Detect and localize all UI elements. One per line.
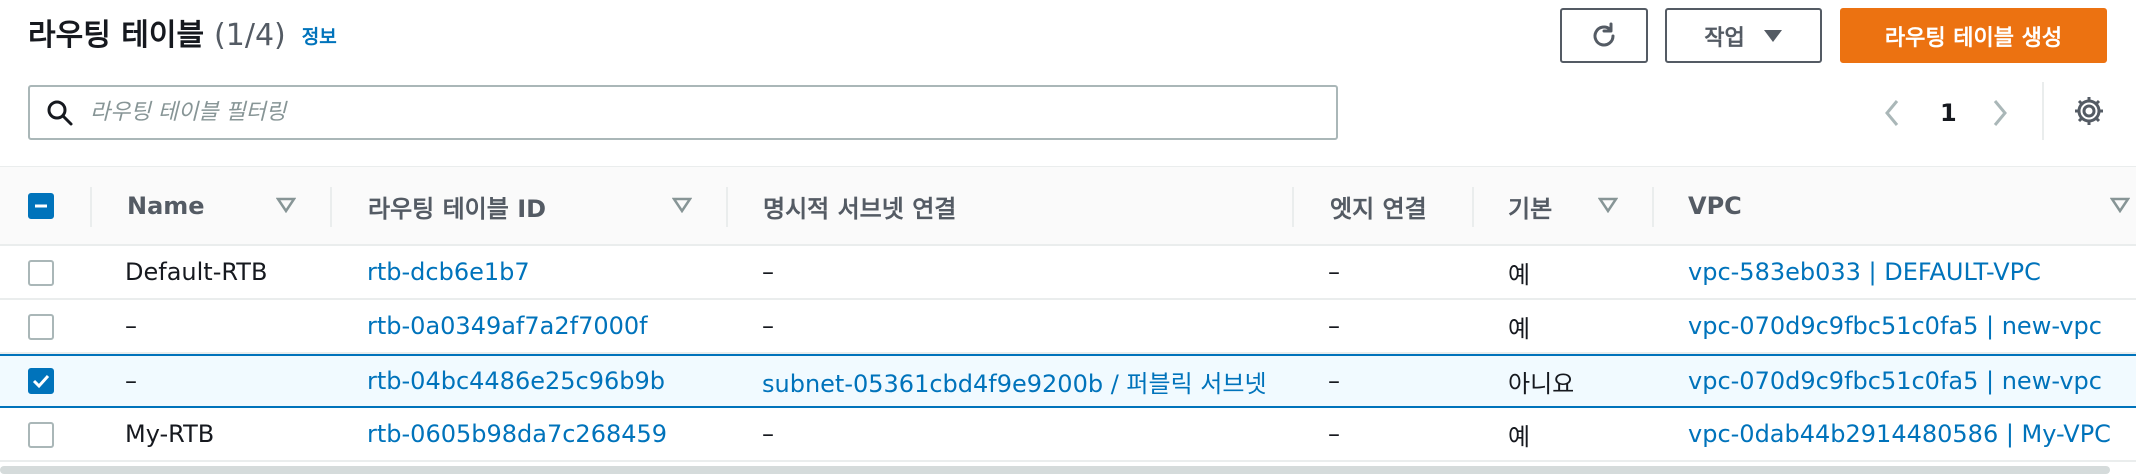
- sort-icon[interactable]: [1598, 197, 1618, 213]
- page-title: 라우팅 테이블 (1/4) 정보: [28, 14, 337, 59]
- cell-main: 예: [1508, 314, 1531, 343]
- cell-route-table-id[interactable]: rtb-0a0349af7a2f7000f: [367, 300, 648, 352]
- next-page-button[interactable]: [1990, 88, 2010, 138]
- current-page-number[interactable]: 1: [1940, 88, 1957, 138]
- cell-name: –: [125, 367, 137, 395]
- cell-vpc[interactable]: vpc-0dab44b2914480586 | My-VPC: [1688, 408, 2111, 460]
- cell-edge: –: [1328, 312, 1340, 340]
- cell-main: 아니요: [1508, 369, 1575, 398]
- horizontal-scrollbar[interactable]: [0, 466, 2110, 474]
- gear-icon: [2075, 97, 2103, 125]
- route-tables-table: Name 라우팅 테이블 ID 명시적 서브넷 연결 엣지 연결 기본 VPC …: [0, 166, 2136, 462]
- select-all-checkbox[interactable]: [28, 193, 54, 219]
- sort-icon[interactable]: [2110, 197, 2130, 213]
- selection-count: (1/4): [214, 18, 286, 53]
- column-header-vpc[interactable]: VPC: [1688, 167, 1742, 245]
- actions-label: 작업: [1704, 25, 1745, 51]
- cell-edge: –: [1328, 367, 1340, 395]
- cell-name: –: [125, 312, 137, 340]
- table-row[interactable]: Default-RTB rtb-dcb6e1b7 – – 예 vpc-583eb…: [0, 246, 2136, 300]
- page-title-text: 라우팅 테이블: [28, 18, 205, 53]
- cell-edge: –: [1328, 258, 1340, 286]
- cell-name: Default-RTB: [125, 258, 268, 286]
- caret-down-icon: [1763, 29, 1782, 42]
- create-route-table-button[interactable]: 라우팅 테이블 생성: [1840, 8, 2107, 63]
- filter-box: [28, 85, 1338, 140]
- cell-vpc[interactable]: vpc-070d9c9fbc51c0fa5 | new-vpc: [1688, 356, 2102, 406]
- chevron-left-icon: [1885, 100, 1899, 126]
- pagination-divider: [2042, 82, 2044, 140]
- previous-page-button[interactable]: [1882, 88, 1902, 138]
- indeterminate-icon: [35, 204, 47, 208]
- table-row[interactable]: – rtb-04bc4486e25c96b9b subnet-05361cbd4…: [0, 354, 2136, 408]
- sort-icon[interactable]: [672, 197, 692, 213]
- cell-main: 예: [1508, 422, 1531, 451]
- preferences-button[interactable]: [2072, 94, 2106, 132]
- cell-subnet: –: [762, 312, 774, 340]
- column-header-subnet: 명시적 서브넷 연결: [763, 194, 957, 223]
- cell-route-table-id[interactable]: rtb-0605b98da7c268459: [367, 408, 667, 460]
- table-row[interactable]: – rtb-0a0349af7a2f7000f – – 예 vpc-070d9c…: [0, 300, 2136, 354]
- column-header-edge: 엣지 연결: [1330, 194, 1427, 223]
- row-checkbox[interactable]: [28, 314, 54, 340]
- cell-vpc[interactable]: vpc-583eb033 | DEFAULT-VPC: [1688, 246, 2041, 298]
- column-separator: [90, 187, 92, 227]
- search-icon: [47, 100, 73, 125]
- cell-subnet: –: [762, 258, 774, 286]
- cell-subnet: –: [762, 420, 774, 448]
- cell-edge: –: [1328, 420, 1340, 448]
- cell-vpc[interactable]: vpc-070d9c9fbc51c0fa5 | new-vpc: [1688, 300, 2102, 352]
- column-separator: [1652, 187, 1654, 227]
- column-header-main[interactable]: 기본: [1508, 167, 1552, 245]
- cell-route-table-id[interactable]: rtb-dcb6e1b7: [367, 246, 530, 298]
- table-header: Name 라우팅 테이블 ID 명시적 서브넷 연결 엣지 연결 기본 VPC: [0, 166, 2136, 246]
- sort-icon[interactable]: [276, 197, 296, 213]
- actions-dropdown-button[interactable]: 작업: [1665, 8, 1822, 63]
- table-row[interactable]: My-RTB rtb-0605b98da7c268459 – – 예 vpc-0…: [0, 408, 2136, 462]
- refresh-icon: [1593, 22, 1615, 46]
- row-checkbox[interactable]: [28, 368, 54, 394]
- row-checkbox[interactable]: [28, 260, 54, 286]
- column-separator: [1472, 187, 1474, 227]
- column-separator: [1292, 187, 1294, 227]
- chevron-right-icon: [1993, 100, 2007, 126]
- row-checkbox[interactable]: [28, 422, 54, 448]
- column-separator: [330, 187, 332, 227]
- refresh-button[interactable]: [1560, 8, 1648, 63]
- info-link[interactable]: 정보: [302, 26, 337, 48]
- route-tables-panel: 라우팅 테이블 (1/4) 정보 작업 라우팅 테이블 생성 1: [0, 0, 2136, 474]
- column-separator: [726, 187, 728, 227]
- cell-main: 예: [1508, 260, 1531, 289]
- cell-route-table-id[interactable]: rtb-04bc4486e25c96b9b: [367, 356, 665, 406]
- cell-name: My-RTB: [125, 420, 215, 448]
- cell-subnet[interactable]: subnet-05361cbd4f9e9200b / 퍼블릭 서브넷: [762, 356, 1267, 406]
- filter-input[interactable]: [90, 100, 1290, 125]
- column-header-id[interactable]: 라우팅 테이블 ID: [368, 167, 546, 245]
- checkmark-icon: [32, 374, 50, 389]
- column-header-name[interactable]: Name: [127, 167, 205, 245]
